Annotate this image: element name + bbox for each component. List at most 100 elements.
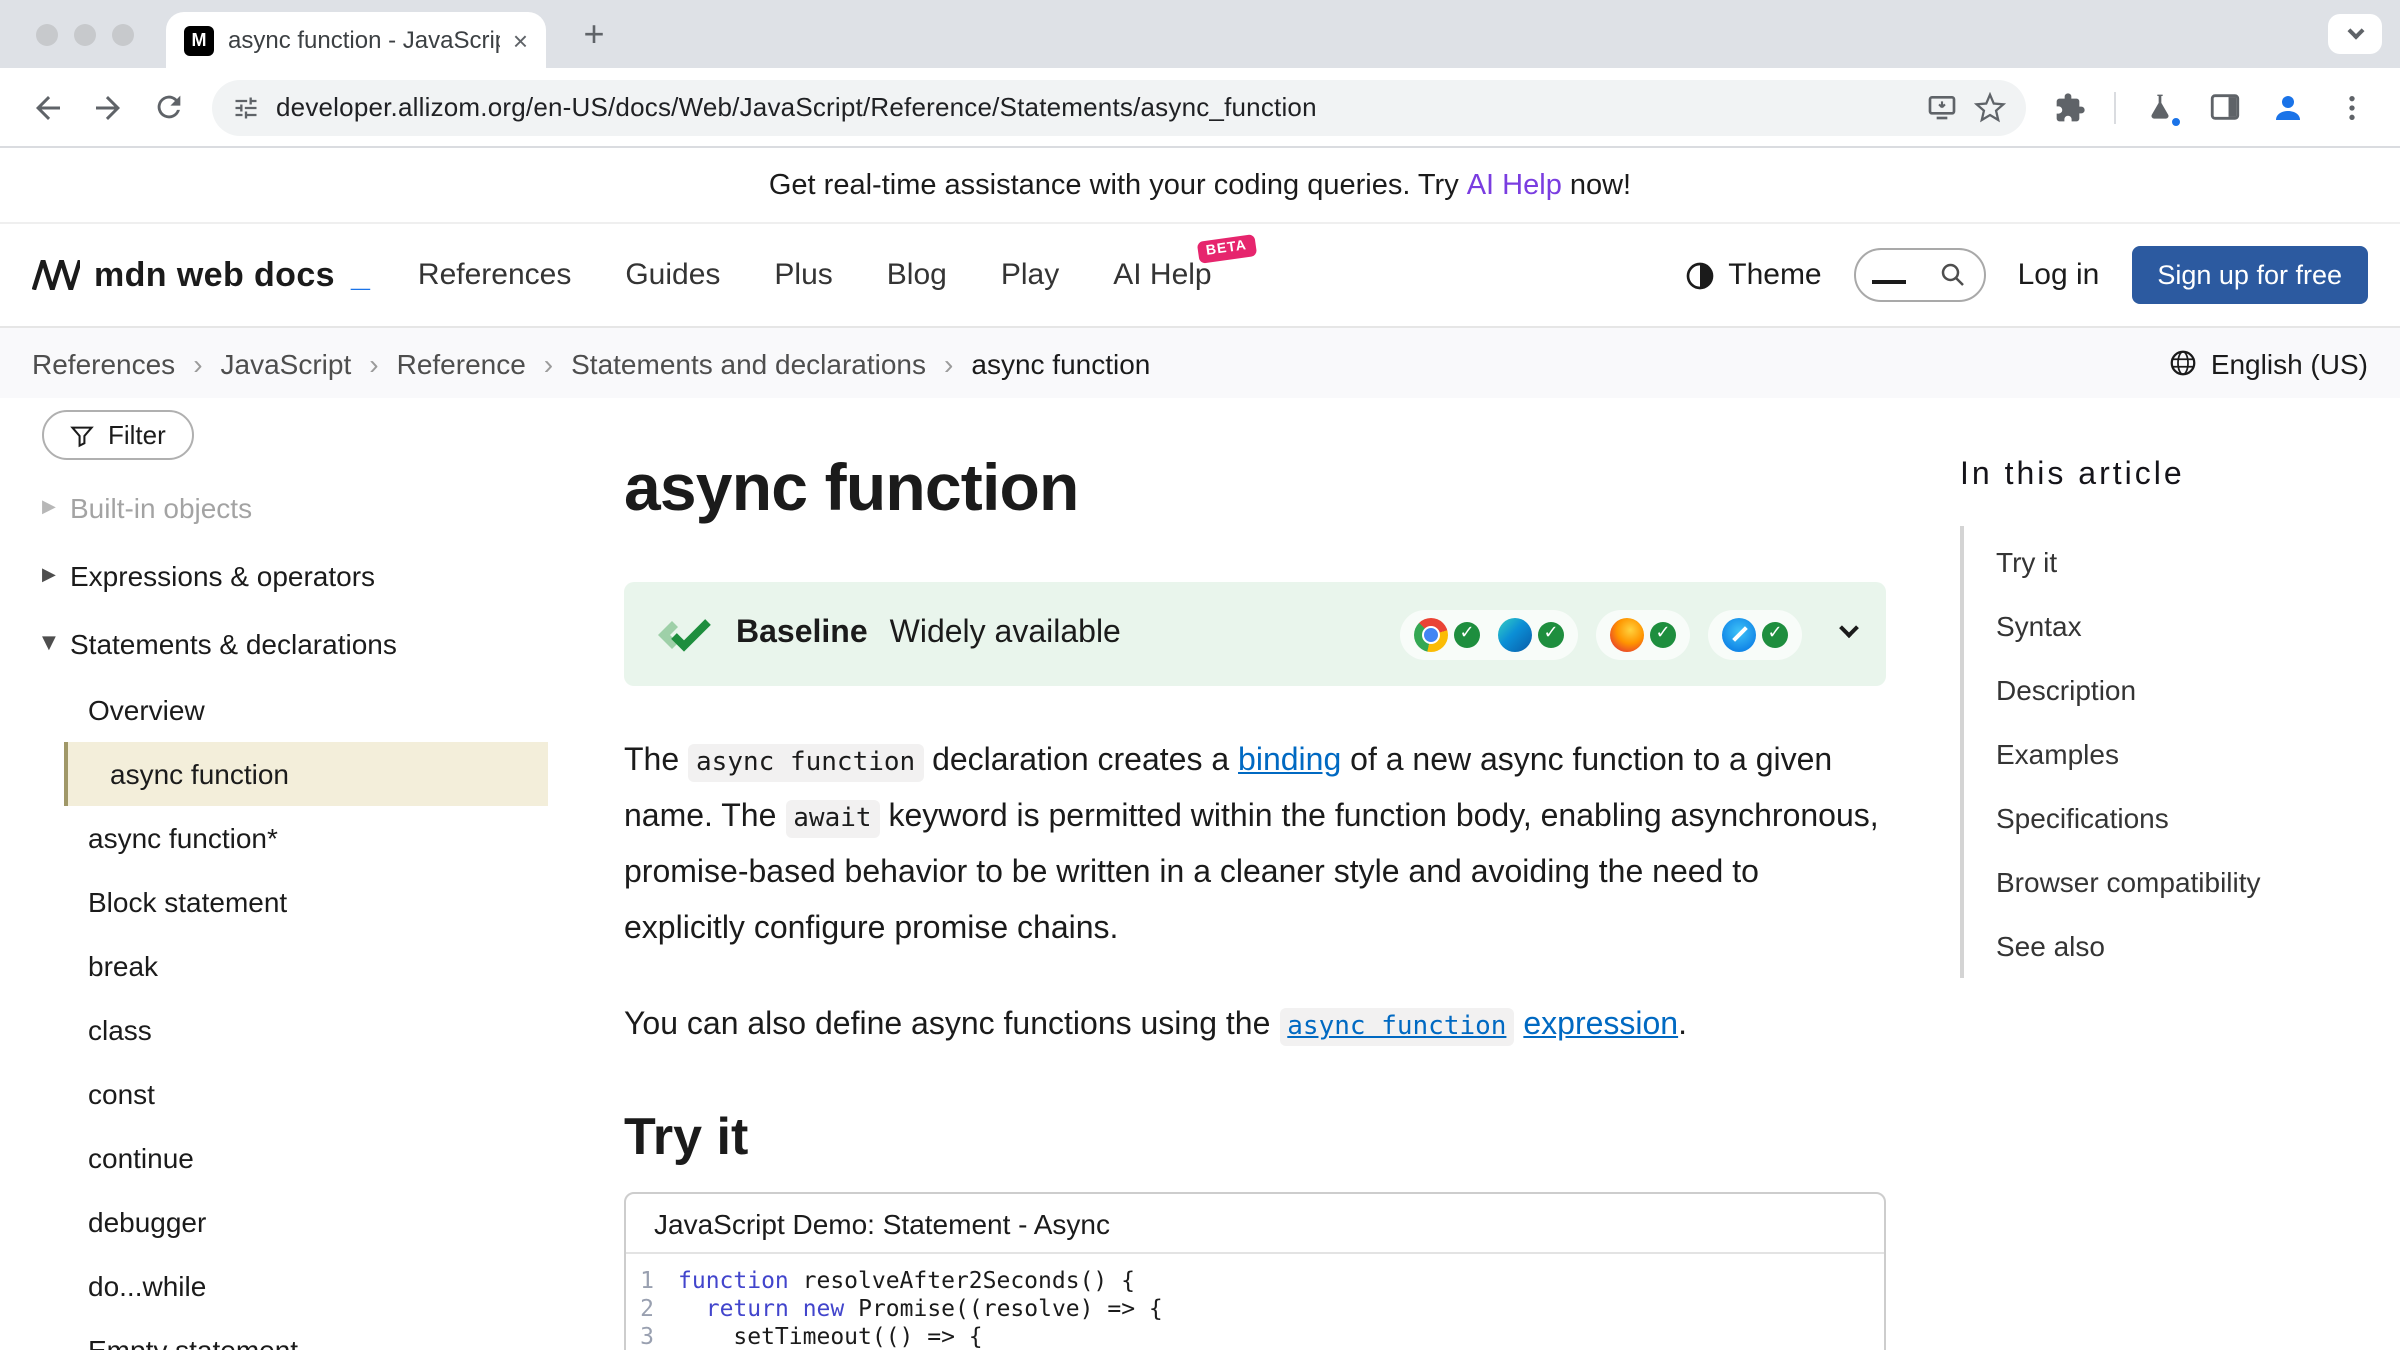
toc-examples[interactable]: Examples [1964, 722, 2368, 786]
sidebar-item-do-while[interactable]: do...while [64, 1254, 548, 1318]
filter-button[interactable]: Filter [42, 410, 194, 460]
chrome-support: ✓ [1414, 617, 1480, 651]
sidebar-item-overview[interactable]: Overview [64, 678, 548, 742]
nav-item-play[interactable]: Play [1001, 258, 1059, 292]
breadcrumb-statements-and-declarations[interactable]: Statements and declarations [571, 347, 926, 379]
main-nav: References Guides Plus Blog Play AI HelpBETA [418, 258, 1212, 292]
breadcrumb-references[interactable]: References [32, 347, 175, 379]
text-run: . [1678, 1008, 1687, 1042]
address-bar[interactable]: developer.allizom.org/en-US/docs/Web/Jav… [212, 79, 2026, 135]
main-article: async function Baseline Widely available… [592, 398, 1920, 1350]
window-controls [36, 23, 134, 45]
toc-syntax[interactable]: Syntax [1964, 594, 2368, 658]
search-icon[interactable] [1938, 260, 1968, 290]
breadcrumb: References›JavaScript›Reference›Statemen… [32, 347, 1150, 379]
collapsed-triangle-icon: ▶ [42, 498, 70, 518]
window-close-button[interactable] [36, 23, 58, 45]
sidebar-item-class[interactable]: class [64, 998, 548, 1062]
supported-check-icon: ✓ [1454, 621, 1480, 647]
text-run: declaration creates a [923, 744, 1238, 778]
sidebar-item-empty-statement[interactable]: Empty statement [64, 1318, 548, 1350]
profile-button[interactable] [2260, 79, 2316, 135]
back-arrow-icon [30, 89, 66, 125]
promo-ai-help-link[interactable]: AI Help [1467, 169, 1562, 201]
new-tab-button[interactable]: + [570, 10, 618, 58]
labs-button[interactable] [2132, 79, 2188, 135]
kebab-menu-icon [2336, 91, 2368, 123]
expanded-triangle-icon: ▼ [42, 634, 70, 654]
nav-item-ai-help[interactable]: AI HelpBETA [1113, 258, 1211, 292]
locale-button[interactable]: English (US) [2169, 347, 2368, 379]
promo-text-after: now! [1570, 169, 1631, 201]
firefox-icon [1610, 617, 1644, 651]
inline-code-link[interactable]: async function [1279, 1008, 1514, 1046]
breadcrumb-reference[interactable]: Reference [397, 347, 526, 379]
breadcrumb-separator: › [369, 347, 378, 379]
supported-check-icon: ✓ [1650, 621, 1676, 647]
search-input[interactable] [1854, 248, 1986, 302]
nav-item-blog[interactable]: Blog [887, 258, 947, 292]
reload-button[interactable] [140, 79, 196, 135]
sidebar-item-break[interactable]: break [64, 934, 548, 998]
edge-support: ✓ [1498, 617, 1564, 651]
tab-close-icon[interactable]: × [513, 25, 528, 55]
code-token: return [706, 1294, 789, 1322]
browser-menu-button[interactable] [2324, 79, 2380, 135]
demo-code[interactable]: 1function resolveAfter2Seconds() {2 retu… [626, 1254, 1884, 1350]
forward-button[interactable] [80, 79, 136, 135]
profile-avatar-icon [2270, 89, 2306, 125]
nav-item-references[interactable]: References [418, 258, 571, 292]
install-app-icon[interactable] [1926, 91, 1958, 123]
text-run: You can also define async functions usin… [624, 1008, 1279, 1042]
baseline-expand-chevron-icon[interactable] [1839, 618, 1859, 638]
signup-button[interactable]: Sign up for free [2131, 246, 2368, 304]
window-minimize-button[interactable] [74, 23, 96, 45]
sidebar-section-statements-declarations[interactable]: ▼Statements & declarations [42, 610, 592, 678]
content-link[interactable]: binding [1238, 744, 1341, 778]
code-token: Promise((resolve) => { [844, 1294, 1163, 1322]
tab-strip: M async function - JavaScript | × + [0, 0, 2400, 68]
toc-specifications[interactable]: Specifications [1964, 786, 2368, 850]
sidebar-item-async-function[interactable]: async function [64, 742, 548, 806]
tab-title: async function - JavaScript | [228, 26, 501, 54]
toc-description[interactable]: Description [1964, 658, 2368, 722]
sidebar-section-built-in-objects[interactable]: ▶Built-in objects [42, 474, 592, 542]
logo-underscore: _ [351, 255, 370, 295]
window-maximize-button[interactable] [112, 23, 134, 45]
sidebar-item-const[interactable]: const [64, 1062, 548, 1126]
browser-tab[interactable]: M async function - JavaScript | × [166, 12, 546, 68]
theme-button[interactable]: Theme [1684, 258, 1821, 292]
url-text[interactable]: developer.allizom.org/en-US/docs/Web/Jav… [276, 92, 1910, 122]
expression-paragraph: You can also define async functions usin… [624, 998, 1886, 1054]
login-link[interactable]: Log in [2018, 258, 2100, 292]
sidebar-item-debugger[interactable]: debugger [64, 1190, 548, 1254]
breadcrumb-separator: › [193, 347, 202, 379]
extensions-button[interactable] [2042, 79, 2098, 135]
toolbar-separator [2114, 91, 2116, 123]
bookmark-star-icon[interactable] [1974, 91, 2006, 123]
code-token: function [678, 1266, 789, 1294]
content-link[interactable]: expression [1523, 1008, 1678, 1042]
sidebar-item-continue[interactable]: continue [64, 1126, 548, 1190]
side-panel-button[interactable] [2196, 79, 2252, 135]
toc-browser-compatibility[interactable]: Browser compatibility [1964, 850, 2368, 914]
breadcrumb-async-function[interactable]: async function [971, 347, 1150, 379]
code-token [678, 1294, 706, 1322]
beta-badge: BETA [1197, 234, 1257, 264]
toc-see-also[interactable]: See also [1964, 914, 2368, 978]
sidebar-section-expressions-operators[interactable]: ▶Expressions & operators [42, 542, 592, 610]
tab-search-button[interactable] [2328, 14, 2382, 54]
back-button[interactable] [20, 79, 76, 135]
sidebar-subtree: Overviewasync functionasync function*Blo… [42, 678, 592, 1350]
sidebar-item-async-function[interactable]: async function* [64, 806, 548, 870]
toc-try-it[interactable]: Try it [1964, 530, 2368, 594]
nav-item-guides[interactable]: Guides [625, 258, 720, 292]
sidebar-item-block-statement[interactable]: Block statement [64, 870, 548, 934]
mdn-logo[interactable]: mdn web docs_ [32, 255, 370, 295]
nav-item-plus[interactable]: Plus [774, 258, 832, 292]
baseline-banner[interactable]: Baseline Widely available ✓✓✓✓ [624, 582, 1886, 686]
site-settings-tune-icon[interactable] [232, 93, 260, 121]
intro-paragraph: The async function declaration creates a… [624, 734, 1886, 958]
breadcrumb-javascript[interactable]: JavaScript [221, 347, 352, 379]
line-number: 1 [626, 1266, 678, 1294]
